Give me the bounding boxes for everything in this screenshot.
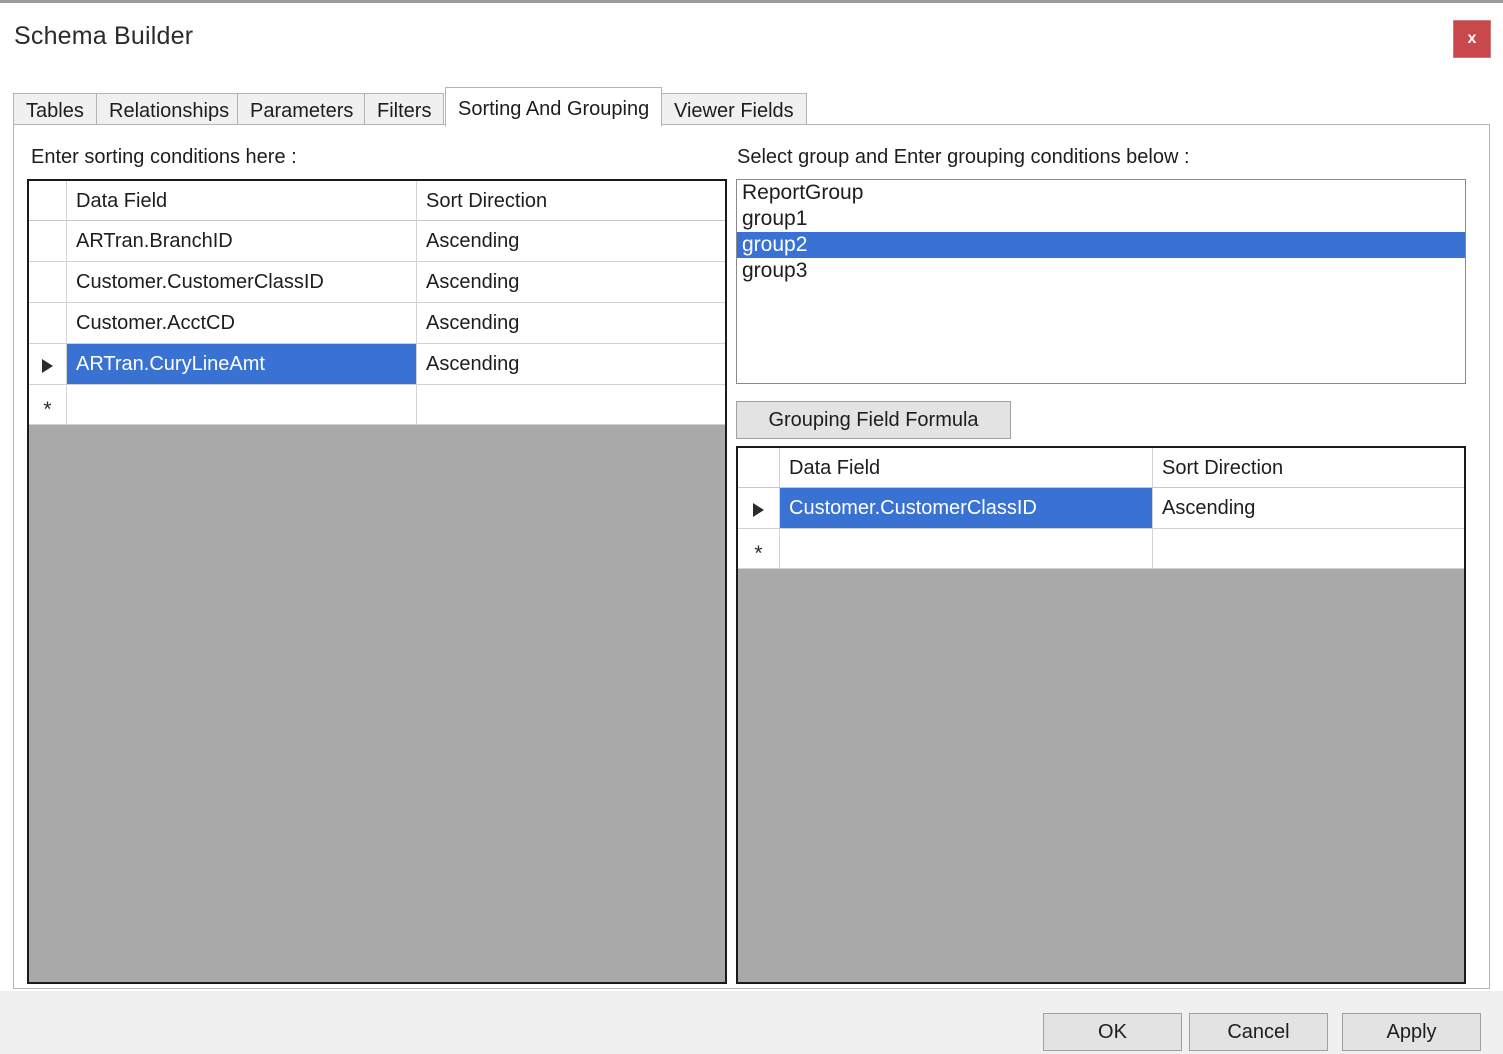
cancel-button[interactable]: Cancel bbox=[1189, 1013, 1328, 1051]
asterisk-icon: * bbox=[43, 398, 52, 422]
tab-parameters[interactable]: Parameters bbox=[237, 93, 367, 125]
current-row-arrow-icon bbox=[753, 502, 764, 517]
tab-strip: Tables Relationships Parameters Filters … bbox=[13, 87, 1490, 127]
sorting-conditions-label: Enter sorting conditions here : bbox=[31, 146, 297, 168]
cell-sort-direction[interactable]: Ascending bbox=[417, 344, 725, 384]
row-indicator bbox=[29, 303, 67, 343]
cell-data-field[interactable]: Customer.AcctCD bbox=[67, 303, 417, 343]
grouping-grid[interactable]: Data Field Sort Direction Customer.Custo… bbox=[736, 446, 1466, 984]
row-indicator-header bbox=[29, 181, 67, 220]
new-row-indicator: * bbox=[29, 385, 67, 424]
table-row-selected[interactable]: ARTran.CuryLineAmt Ascending bbox=[29, 344, 725, 385]
table-row[interactable]: ARTran.BranchID Ascending bbox=[29, 221, 725, 262]
row-indicator bbox=[29, 221, 67, 261]
table-row-new[interactable]: * bbox=[29, 385, 725, 425]
cell-data-field[interactable]: Customer.CustomerClassID bbox=[67, 262, 417, 302]
list-item-selected[interactable]: group2 bbox=[737, 232, 1465, 258]
cell-data-field[interactable]: Customer.CustomerClassID bbox=[780, 488, 1153, 528]
sorting-grid[interactable]: Data Field Sort Direction ARTran.BranchI… bbox=[27, 179, 727, 984]
sorting-grid-inner: Data Field Sort Direction ARTran.BranchI… bbox=[29, 181, 725, 425]
cell-data-field-empty[interactable] bbox=[780, 529, 1153, 568]
title-bar: Schema Builder x bbox=[0, 6, 1503, 68]
ok-button[interactable]: OK bbox=[1043, 1013, 1182, 1051]
row-indicator-current bbox=[738, 488, 780, 528]
cell-sort-direction[interactable]: Ascending bbox=[1153, 488, 1464, 528]
apply-button[interactable]: Apply bbox=[1342, 1013, 1481, 1051]
row-indicator bbox=[29, 262, 67, 302]
list-item[interactable]: ReportGroup bbox=[737, 180, 1465, 206]
schema-builder-window: Schema Builder x Tables Relationships Pa… bbox=[0, 0, 1503, 1054]
table-row-selected[interactable]: Customer.CustomerClassID Ascending bbox=[738, 488, 1464, 529]
asterisk-icon: * bbox=[754, 542, 763, 566]
cell-data-field-empty[interactable] bbox=[67, 385, 417, 424]
sorting-and-grouping-page: Enter sorting conditions here : Data Fie… bbox=[13, 124, 1490, 989]
cell-sort-direction-empty[interactable] bbox=[1153, 529, 1464, 568]
grouping-field-formula-button[interactable]: Grouping Field Formula bbox=[736, 401, 1011, 439]
cell-sort-direction[interactable]: Ascending bbox=[417, 262, 725, 302]
new-row-indicator: * bbox=[738, 529, 780, 568]
column-header-sort-direction[interactable]: Sort Direction bbox=[417, 181, 725, 220]
current-row-arrow-icon bbox=[42, 358, 53, 373]
row-indicator-header bbox=[738, 448, 780, 487]
list-item[interactable]: group1 bbox=[737, 206, 1465, 232]
tab-tables[interactable]: Tables bbox=[13, 93, 97, 125]
tab-filters[interactable]: Filters bbox=[364, 93, 445, 125]
row-indicator-current bbox=[29, 344, 67, 384]
grouping-grid-inner: Data Field Sort Direction Customer.Custo… bbox=[738, 448, 1464, 569]
cell-sort-direction[interactable]: Ascending bbox=[417, 303, 725, 343]
cell-data-field[interactable]: ARTran.CuryLineAmt bbox=[67, 344, 417, 384]
tab-sorting-and-grouping[interactable]: Sorting And Grouping bbox=[445, 87, 663, 127]
table-row[interactable]: Customer.AcctCD Ascending bbox=[29, 303, 725, 344]
table-row-new[interactable]: * bbox=[738, 529, 1464, 569]
tab-relationships[interactable]: Relationships bbox=[96, 93, 243, 125]
grouping-grid-header-row: Data Field Sort Direction bbox=[738, 448, 1464, 488]
column-header-data-field[interactable]: Data Field bbox=[67, 181, 417, 220]
cell-data-field[interactable]: ARTran.BranchID bbox=[67, 221, 417, 261]
grouping-conditions-label: Select group and Enter grouping conditio… bbox=[737, 146, 1190, 168]
tab-viewer-fields[interactable]: Viewer Fields bbox=[661, 93, 807, 125]
cell-sort-direction-empty[interactable] bbox=[417, 385, 725, 424]
close-icon[interactable]: x bbox=[1453, 20, 1491, 58]
cell-sort-direction[interactable]: Ascending bbox=[417, 221, 725, 261]
window-title: Schema Builder bbox=[14, 22, 194, 50]
column-header-sort-direction[interactable]: Sort Direction bbox=[1153, 448, 1464, 487]
list-item[interactable]: group3 bbox=[737, 258, 1465, 284]
group-listbox[interactable]: ReportGroup group1 group2 group3 bbox=[736, 179, 1466, 384]
table-row[interactable]: Customer.CustomerClassID Ascending bbox=[29, 262, 725, 303]
column-header-data-field[interactable]: Data Field bbox=[780, 448, 1153, 487]
sorting-grid-header-row: Data Field Sort Direction bbox=[29, 181, 725, 221]
